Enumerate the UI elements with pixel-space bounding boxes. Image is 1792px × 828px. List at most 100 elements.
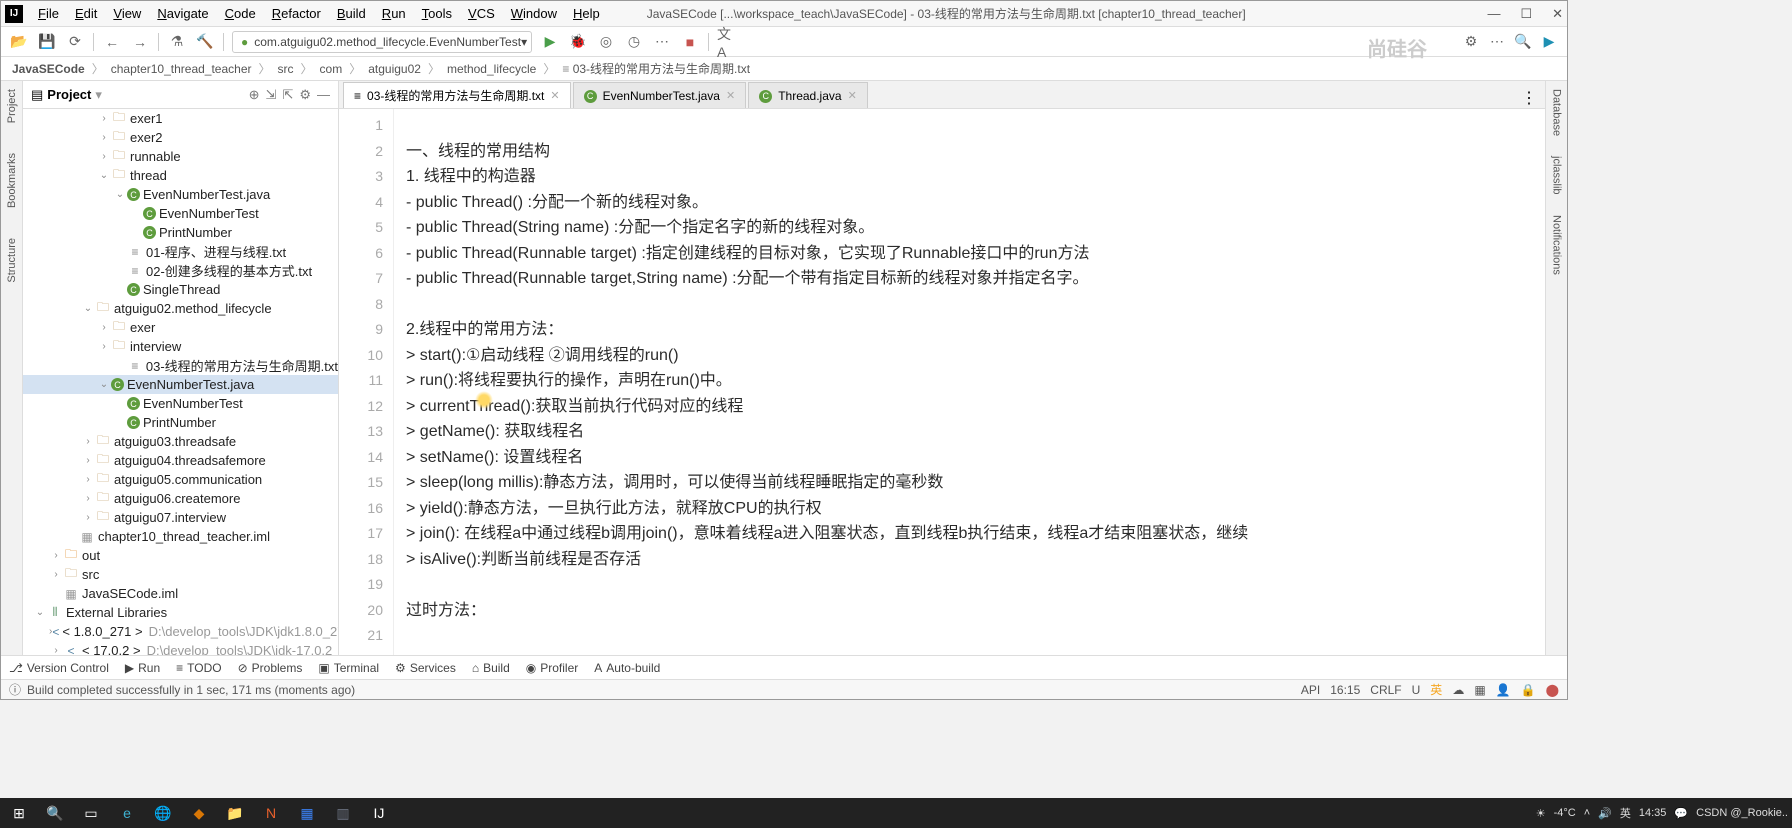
tool-terminal[interactable]: ▣Terminal <box>318 661 379 675</box>
menu-code[interactable]: Code <box>218 3 263 24</box>
menu-run[interactable]: Run <box>375 3 413 24</box>
app2-icon[interactable]: N <box>256 800 286 826</box>
breadcrumb-item[interactable]: chapter10_thread_teacher <box>108 61 255 77</box>
tool-todo[interactable]: ≡TODO <box>176 661 221 675</box>
ime-indicator[interactable]: 英 <box>1430 681 1442 698</box>
collapse-icon[interactable]: ⇱ <box>282 87 293 103</box>
project-tree[interactable]: ›🗀exer1›🗀exer2›🗀runnable⌄🗀thread⌄CEvenNu… <box>23 109 338 655</box>
tree-item[interactable]: ▦chapter10_thread_teacher.iml <box>23 527 338 546</box>
translate-icon[interactable]: 文A <box>717 32 737 52</box>
api-indicator[interactable]: API <box>1301 683 1320 697</box>
hide-icon[interactable]: — <box>317 87 330 103</box>
tool-profiler[interactable]: ◉Profiler <box>526 661 579 675</box>
attach-icon[interactable]: ⋯ <box>652 32 672 52</box>
tree-item[interactable]: ≡02-创建多线程的基本方式.txt <box>23 261 338 280</box>
breadcrumb-item[interactable]: com <box>317 61 346 77</box>
locate-icon[interactable]: ⊕ <box>249 87 260 103</box>
tray-weather-icon[interactable]: ☀ <box>1536 807 1546 820</box>
tray-volume-icon[interactable]: 🔊 <box>1598 807 1612 820</box>
rail-bookmarks[interactable]: Bookmarks <box>6 153 18 208</box>
coverage-icon[interactable]: ◎ <box>596 32 616 52</box>
back-icon[interactable]: ← <box>102 32 122 52</box>
tree-item[interactable]: CPrintNumber <box>23 223 338 242</box>
tool-search-icon[interactable]: 🔍 <box>1513 32 1533 52</box>
tree-item[interactable]: ›<< 1.8.0_271 >D:\develop_tools\JDK\jdk1… <box>23 622 338 641</box>
build-icon[interactable]: 🔨 <box>195 32 215 52</box>
tree-item[interactable]: CSingleThread <box>23 280 338 299</box>
tree-item[interactable]: ›🗀exer2 <box>23 128 338 147</box>
tree-item[interactable]: CEvenNumberTest <box>23 204 338 223</box>
editor-tab[interactable]: ≡03-线程的常用方法与生命周期.txt✕ <box>343 82 571 108</box>
tree-item[interactable]: ›🗀exer <box>23 318 338 337</box>
tree-item[interactable]: ›🗀atguigu03.threadsafe <box>23 432 338 451</box>
tree-item[interactable]: ›🗀src <box>23 565 338 584</box>
menu-help[interactable]: Help <box>566 3 607 24</box>
edge-icon[interactable]: e <box>112 800 142 826</box>
refresh-icon[interactable]: ⟳ <box>65 32 85 52</box>
maximize-button[interactable]: ☐ <box>1520 6 1532 22</box>
tree-item[interactable]: ›🗀exer1 <box>23 109 338 128</box>
tree-item[interactable]: ⌄CEvenNumberTest.java <box>23 375 338 394</box>
tray-notification-icon[interactable]: 💬 <box>1674 807 1688 820</box>
tool-problems[interactable]: ⊘Problems <box>238 661 303 675</box>
search-icon[interactable]: 🔍 <box>40 800 70 826</box>
tool-run[interactable]: ▶Run <box>125 661 160 675</box>
tool-play-icon[interactable]: ▶ <box>1539 32 1559 52</box>
caret-position[interactable]: 16:15 <box>1330 683 1360 697</box>
tree-item[interactable]: ›🗀atguigu07.interview <box>23 508 338 527</box>
menu-navigate[interactable]: Navigate <box>150 3 215 24</box>
rail-database[interactable]: Database <box>1551 89 1563 136</box>
tool-gear-icon[interactable]: ⚙ <box>1461 32 1481 52</box>
tree-item[interactable]: ⌄CEvenNumberTest.java <box>23 185 338 204</box>
line-sep[interactable]: CRLF <box>1370 683 1401 697</box>
rail-jclasslib[interactable]: jclasslib <box>1551 156 1563 195</box>
close-icon[interactable]: ✕ <box>848 89 857 102</box>
rail-notifications[interactable]: Notifications <box>1551 215 1563 275</box>
breadcrumb-item[interactable]: ≡ 03-线程的常用方法与生命周期.txt <box>559 59 753 78</box>
tree-item[interactable]: ›🗀interview <box>23 337 338 356</box>
tool-build[interactable]: ⌂Build <box>472 661 510 675</box>
tool-version-control[interactable]: ⎇Version Control <box>9 661 109 675</box>
close-button[interactable]: ✕ <box>1552 6 1563 22</box>
run-config-dropdown[interactable]: ● com.atguigu02.method_lifecycle.EvenNum… <box>232 31 532 53</box>
tree-item[interactable]: ›🗀atguigu05.communication <box>23 470 338 489</box>
breadcrumb-item[interactable]: src <box>275 61 297 77</box>
explorer-icon[interactable]: 📁 <box>220 800 250 826</box>
tree-item[interactable]: ⌄⫴External Libraries <box>23 603 338 622</box>
tray-time[interactable]: 14:35 <box>1639 807 1667 819</box>
breadcrumb-item[interactable]: atguigu02 <box>365 61 424 77</box>
menu-refactor[interactable]: Refactor <box>265 3 328 24</box>
tool-auto-build[interactable]: AAuto-build <box>594 661 660 675</box>
expand-icon[interactable]: ⇲ <box>266 87 277 103</box>
chrome-icon[interactable]: 🌐 <box>148 800 178 826</box>
debug-icon[interactable]: 🐞 <box>568 32 588 52</box>
rail-structure[interactable]: Structure <box>6 238 18 283</box>
tree-item[interactable]: ›🗀atguigu04.threadsafemore <box>23 451 338 470</box>
app3-icon[interactable]: ▦ <box>292 800 322 826</box>
forward-icon[interactable]: → <box>130 32 150 52</box>
tree-item[interactable]: ≡03-线程的常用方法与生命周期.txt <box>23 356 338 375</box>
menu-vcs[interactable]: VCS <box>461 3 502 24</box>
editor-tab[interactable]: CEvenNumberTest.java✕ <box>573 82 747 108</box>
stop-icon[interactable]: ■ <box>680 32 700 52</box>
close-icon[interactable]: ✕ <box>726 89 735 102</box>
task-view-icon[interactable]: ▭ <box>76 800 106 826</box>
editor-tab[interactable]: CThread.java✕ <box>748 82 868 108</box>
close-icon[interactable]: ✕ <box>550 89 559 102</box>
tool-dots-icon[interactable]: ⋯ <box>1487 32 1507 52</box>
config-icon[interactable]: ⚗ <box>167 32 187 52</box>
encoding[interactable]: U <box>1412 683 1421 697</box>
breadcrumb-item[interactable]: method_lifecycle <box>444 61 539 77</box>
menu-window[interactable]: Window <box>504 3 564 24</box>
start-button[interactable]: ⊞ <box>4 800 34 826</box>
tray-up-icon[interactable]: ˄ <box>1584 807 1590 819</box>
app1-icon[interactable]: ◆ <box>184 800 214 826</box>
tree-item[interactable]: ›🗀out <box>23 546 338 565</box>
tree-item[interactable]: CPrintNumber <box>23 413 338 432</box>
tray-ime[interactable]: 英 <box>1620 805 1631 821</box>
editor[interactable]: 123456789101112131415161718192021 一、线程的常… <box>339 109 1545 655</box>
tabs-more-icon[interactable]: ⋮ <box>1513 88 1545 108</box>
menu-build[interactable]: Build <box>330 3 373 24</box>
menu-edit[interactable]: Edit <box>68 3 104 24</box>
rail-project[interactable]: Project <box>6 89 18 123</box>
